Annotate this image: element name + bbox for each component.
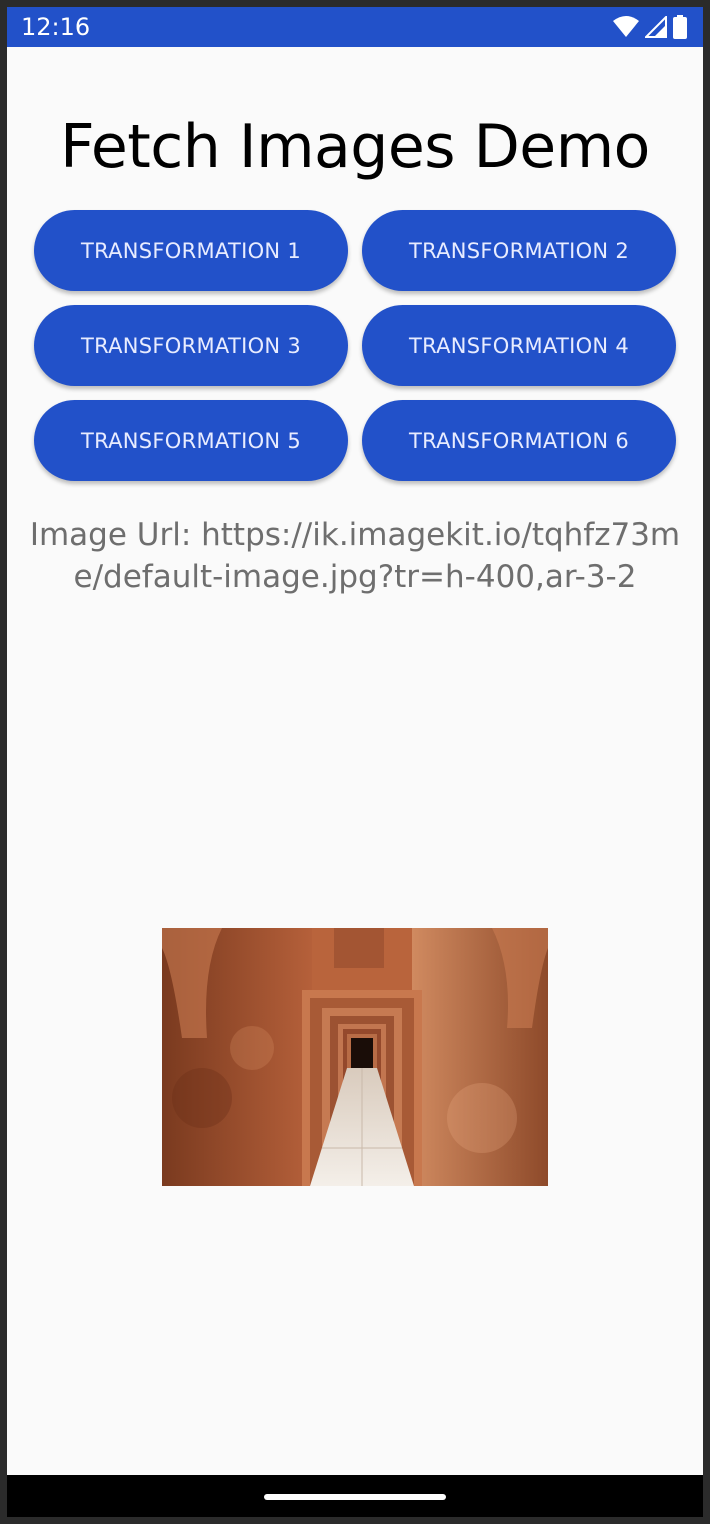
device-frame: 12:16 Fetch Images Demo TRANSFORMATION 1… (0, 0, 710, 1524)
page-title: Fetch Images Demo (60, 112, 650, 182)
transformation-3-button[interactable]: TRANSFORMATION 3 (34, 305, 348, 386)
navigation-bar (7, 1475, 703, 1517)
transformation-4-button[interactable]: TRANSFORMATION 4 (362, 305, 676, 386)
status-time: 12:16 (21, 13, 91, 41)
cellular-signal-icon (645, 16, 667, 38)
transformation-6-button[interactable]: TRANSFORMATION 6 (362, 400, 676, 481)
app-screen: Fetch Images Demo TRANSFORMATION 1 TRANS… (7, 47, 703, 1475)
transformation-2-button[interactable]: TRANSFORMATION 2 (362, 210, 676, 291)
transformation-1-button[interactable]: TRANSFORMATION 1 (34, 210, 348, 291)
battery-icon (673, 15, 687, 39)
status-bar: 12:16 (7, 7, 703, 47)
home-gesture-handle[interactable] (264, 1494, 446, 1500)
wifi-icon (613, 16, 639, 37)
corridor-photo (162, 928, 548, 1186)
transformation-5-button[interactable]: TRANSFORMATION 5 (34, 400, 348, 481)
fetched-image (162, 928, 548, 1186)
status-icons (613, 14, 687, 40)
image-url-text: Image Url: https://ik.imagekit.io/tqhfz7… (29, 517, 681, 595)
